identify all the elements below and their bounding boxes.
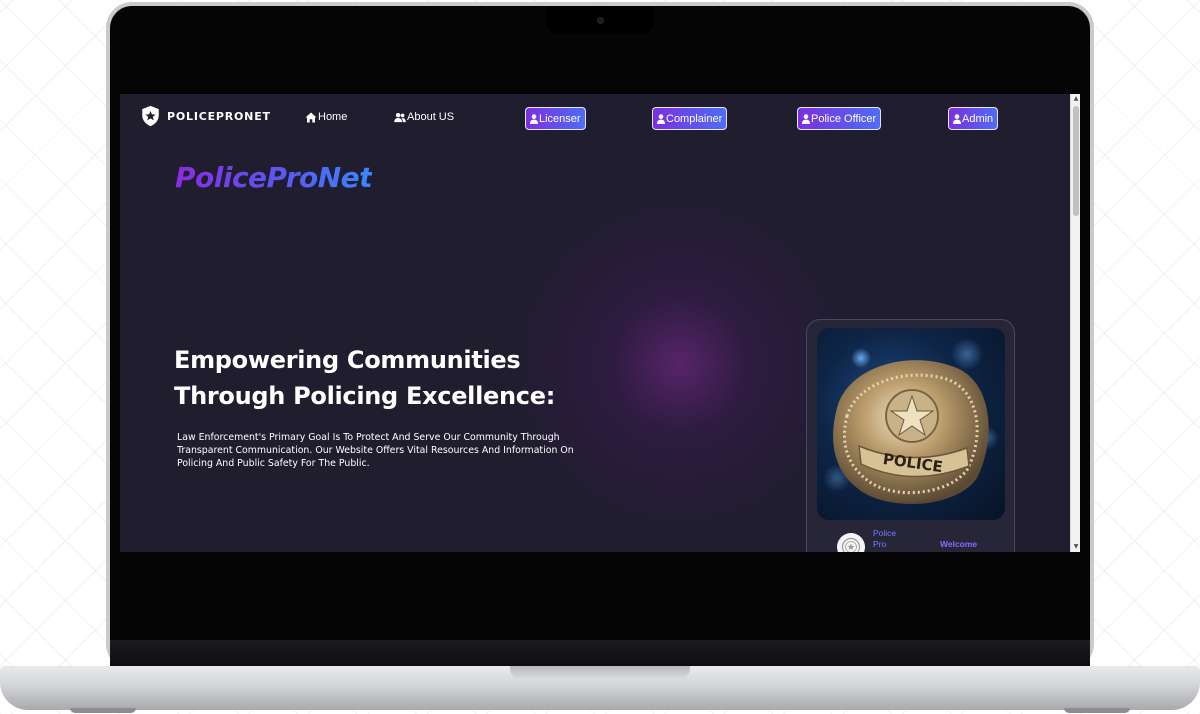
nav-about-link[interactable]: About US — [394, 111, 454, 123]
scrollbar-thumb[interactable] — [1073, 106, 1079, 216]
hero-description: Law Enforcement's Primary Goal Is To Pro… — [177, 432, 574, 469]
admin-button[interactable]: Admin — [948, 107, 999, 130]
licenser-button[interactable]: Licenser — [525, 107, 586, 130]
card-welcome: Welcome — [940, 539, 978, 549]
scroll-up-arrow-icon[interactable]: ▲ — [1071, 94, 1080, 104]
complainer-button-label: Complainer — [666, 112, 723, 125]
seal-icon — [842, 538, 860, 552]
user-icon — [953, 113, 961, 124]
users-icon — [394, 112, 406, 122]
police-badge-icon: POLICE — [823, 338, 999, 505]
admin-button-label: Admin — [962, 112, 994, 125]
vertical-scrollbar[interactable]: ▲ ▼ — [1070, 94, 1080, 552]
police-badge-image: POLICE — [817, 328, 1005, 520]
laptop-foot-right — [1064, 708, 1130, 713]
home-icon — [305, 112, 317, 122]
user-icon — [530, 113, 538, 124]
user-icon — [802, 113, 810, 124]
nav-home-link[interactable]: Home — [305, 111, 347, 123]
camera-icon — [597, 17, 604, 24]
hero-headline: Empowering Communities Through Policing … — [174, 342, 574, 414]
laptop-opening-notch — [510, 666, 690, 680]
browser-viewport: POLICEPRONET Home About US Licenser Comp… — [120, 94, 1080, 552]
avatar — [837, 533, 865, 552]
laptop-foot-left — [70, 708, 136, 713]
card-name-line-1: Police — [873, 528, 897, 538]
logo-text: POLICEPRONET — [167, 109, 271, 123]
police-officer-button-label: Police Officer — [811, 112, 877, 125]
police-officer-button[interactable]: Police Officer — [797, 107, 882, 130]
user-icon — [657, 113, 665, 124]
card-name-line-2: Pro — [873, 539, 887, 549]
scroll-down-arrow-icon[interactable]: ▼ — [1071, 542, 1080, 552]
licenser-button-label: Licenser — [539, 112, 581, 125]
hero-headline-line-1: Empowering Communities — [174, 346, 521, 374]
profile-card: POLICE Police Pro Welcome — [806, 319, 1015, 552]
card-name: Police Pro — [873, 528, 918, 550]
laptop-hinge — [110, 640, 1090, 668]
site-logo[interactable]: POLICEPRONET — [140, 105, 271, 127]
shield-star-icon — [142, 105, 159, 127]
nav-home-label: Home — [318, 111, 348, 123]
nav-about-label: About US — [407, 111, 455, 123]
complainer-button[interactable]: Complainer — [652, 107, 728, 130]
brand-title: PoliceProNet — [175, 161, 373, 194]
hero-headline-line-2: Through Policing Excellence: — [174, 382, 555, 410]
